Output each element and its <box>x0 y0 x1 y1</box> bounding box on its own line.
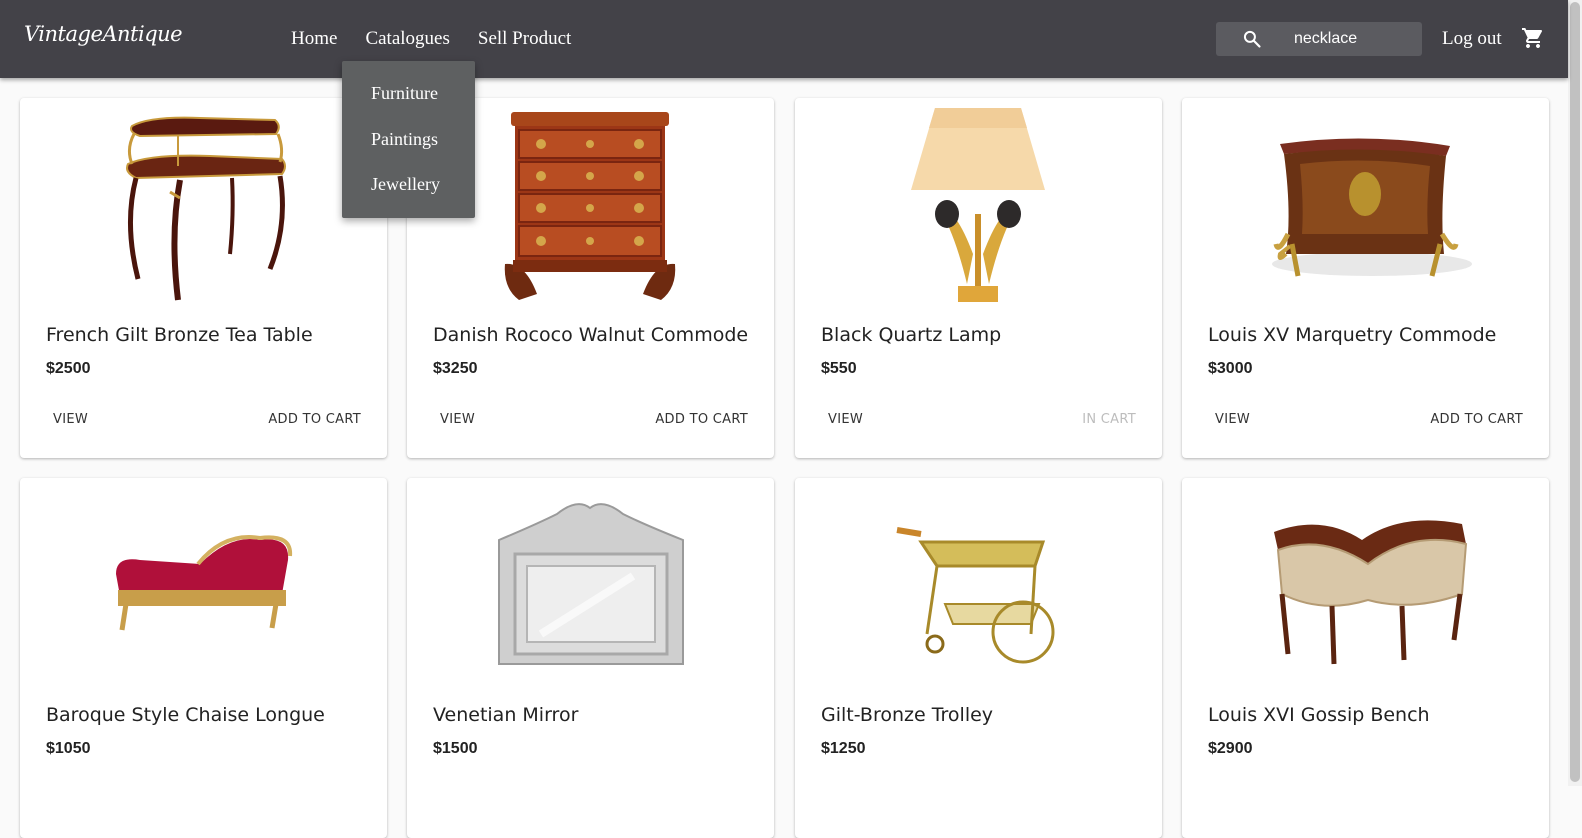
top-navbar: VintageAntique Home Catalogues Sell Prod… <box>0 0 1568 78</box>
product-title: Baroque Style Chaise Longue <box>46 704 325 726</box>
scrollbar-thumb[interactable] <box>1570 2 1580 782</box>
view-button[interactable]: VIEW <box>828 412 863 427</box>
product-title: Venetian Mirror <box>433 704 579 726</box>
quartz-lamp-image[interactable] <box>795 104 1162 304</box>
product-card: Baroque Style Chaise Longue $1050 <box>20 478 387 838</box>
shopping-cart-icon[interactable] <box>1521 26 1545 50</box>
tea-table-image[interactable] <box>20 104 387 304</box>
gossip-bench-image[interactable] <box>1182 484 1549 684</box>
view-button[interactable]: VIEW <box>53 412 88 427</box>
nav-home[interactable]: Home <box>291 28 337 50</box>
search-box[interactable] <box>1216 22 1434 56</box>
chaise-longue-image[interactable] <box>20 484 387 684</box>
add-to-cart-button[interactable]: ADD TO CART <box>655 412 748 427</box>
catalogues-dropdown-menu: Furniture Paintings Jewellery <box>342 61 475 218</box>
product-card: Venetian Mirror $1500 <box>407 478 774 838</box>
nav-sell-product[interactable]: Sell Product <box>478 28 571 50</box>
product-card: Louis XV Marquetry Commode $3000 VIEW AD… <box>1182 98 1549 458</box>
product-price: $2900 <box>1208 740 1253 757</box>
logout-link[interactable]: Log out <box>1442 28 1502 50</box>
product-price: $1500 <box>433 740 478 757</box>
view-button[interactable]: VIEW <box>1215 412 1250 427</box>
venetian-mirror-image[interactable] <box>407 484 774 684</box>
product-card: Black Quartz Lamp $550 VIEW IN CART <box>795 98 1162 458</box>
search-icon[interactable] <box>1242 29 1262 49</box>
add-to-cart-button[interactable]: ADD TO CART <box>1430 412 1523 427</box>
product-title: French Gilt Bronze Tea Table <box>46 324 313 346</box>
product-price: $3250 <box>433 360 478 377</box>
product-card: Gilt-Bronze Trolley $1250 <box>795 478 1162 838</box>
product-price: $2500 <box>46 360 91 377</box>
product-title: Louis XVI Gossip Bench <box>1208 704 1430 726</box>
product-card: French Gilt Bronze Tea Table $2500 VIEW … <box>20 98 387 458</box>
search-input[interactable] <box>1276 22 1434 56</box>
main-nav: Home Catalogues Sell Product <box>291 28 571 50</box>
menu-item-furniture[interactable]: Furniture <box>371 83 438 104</box>
vertical-scrollbar[interactable] <box>1568 0 1582 786</box>
product-title: Gilt-Bronze Trolley <box>821 704 994 726</box>
product-card: Louis XVI Gossip Bench $2900 <box>1182 478 1549 838</box>
product-price: $1250 <box>821 740 866 757</box>
nav-catalogues[interactable]: Catalogues <box>365 28 449 50</box>
marquetry-commode-image[interactable] <box>1182 104 1549 304</box>
product-title: Louis XV Marquetry Commode <box>1208 324 1497 346</box>
product-price: $1050 <box>46 740 91 757</box>
site-logo[interactable]: VintageAntique <box>24 22 183 46</box>
product-price: $550 <box>821 360 857 377</box>
product-title: Danish Rococo Walnut Commode <box>433 324 749 346</box>
menu-item-jewellery[interactable]: Jewellery <box>371 174 440 195</box>
product-title: Black Quartz Lamp <box>821 324 1002 346</box>
menu-item-paintings[interactable]: Paintings <box>371 129 438 150</box>
gilt-trolley-image[interactable] <box>795 484 1162 684</box>
in-cart-button[interactable]: IN CART <box>1082 412 1136 427</box>
view-button[interactable]: VIEW <box>440 412 475 427</box>
add-to-cart-button[interactable]: ADD TO CART <box>268 412 361 427</box>
product-price: $3000 <box>1208 360 1253 377</box>
